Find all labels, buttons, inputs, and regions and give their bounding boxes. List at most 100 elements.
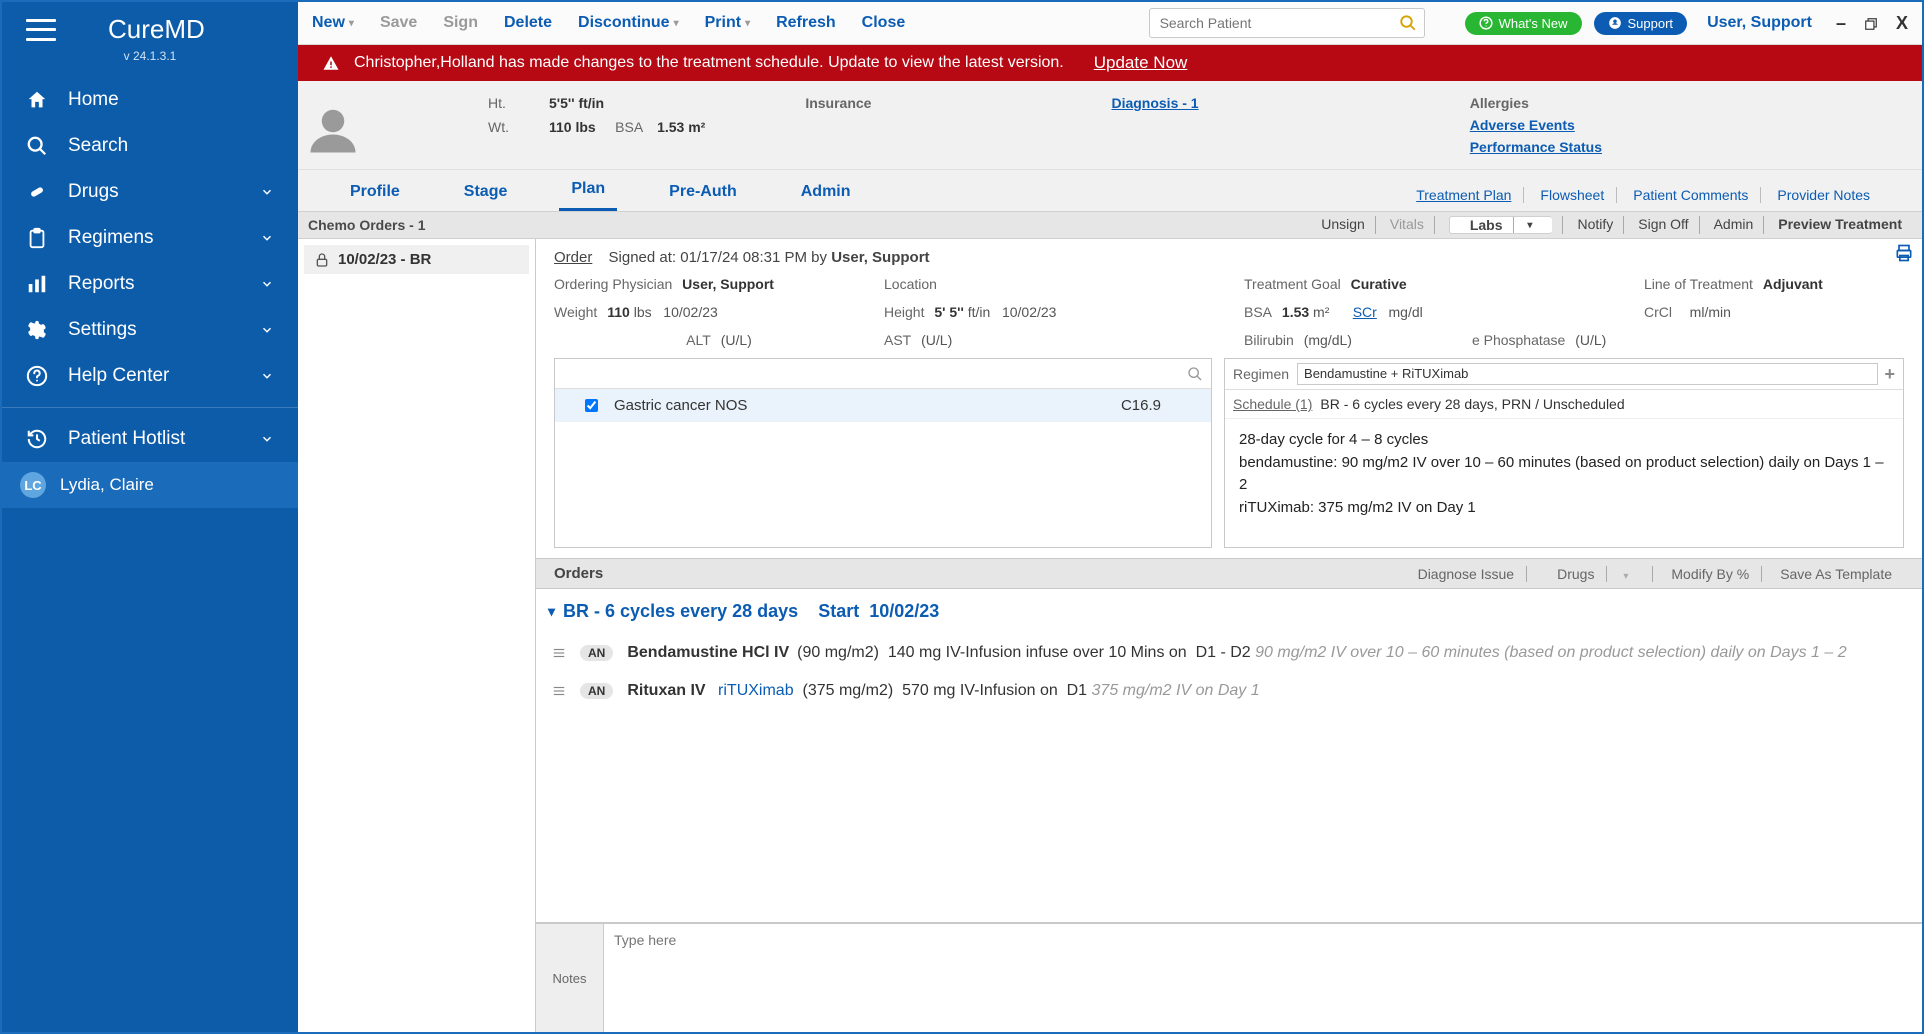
regimen-select[interactable]: Bendamustine + RiTUXimab xyxy=(1297,363,1878,385)
regimen-box: Regimen Bendamustine + RiTUXimab + Sched… xyxy=(1224,358,1904,548)
printer-icon[interactable] xyxy=(1894,243,1914,263)
diagnosis-box: Gastric cancer NOS C16.9 xyxy=(554,358,1212,548)
search-icon[interactable] xyxy=(1399,14,1417,32)
action-modify-by-percent[interactable]: Modify By % xyxy=(1659,566,1762,582)
patient-hotlist-item[interactable]: LC Lydia, Claire xyxy=(2,462,298,508)
schedule-link[interactable]: Schedule (1) xyxy=(1233,396,1312,412)
nav-drugs[interactable]: Drugs xyxy=(2,169,298,215)
nav-label: Settings xyxy=(68,319,137,341)
delete-button[interactable]: Delete xyxy=(504,14,552,32)
diagnosis-checkbox[interactable] xyxy=(585,399,598,412)
action-diagnose-issue[interactable]: Diagnose Issue xyxy=(1406,566,1528,582)
an-pill: AN xyxy=(580,683,613,699)
order-detail-panel: Order Signed at: 01/17/24 08:31 PM by Us… xyxy=(536,239,1922,558)
nav-help[interactable]: Help Center xyxy=(2,353,298,399)
tab-admin[interactable]: Admin xyxy=(789,173,863,211)
chemo-title: Chemo Orders - 1 xyxy=(308,217,425,233)
diagnosis-search[interactable] xyxy=(555,359,1211,389)
drug-link[interactable]: riTUXimab xyxy=(718,682,794,700)
search-icon xyxy=(1187,365,1203,382)
nav-hotlist[interactable]: Patient Hotlist xyxy=(2,416,298,462)
tab-plan[interactable]: Plan xyxy=(559,170,617,211)
nav-reports[interactable]: Reports xyxy=(2,261,298,307)
chevron-down-icon xyxy=(260,428,274,450)
home-icon xyxy=(26,89,48,111)
update-now-link[interactable]: Update Now xyxy=(1094,53,1188,73)
link-treatment-plan[interactable]: Treatment Plan xyxy=(1404,187,1524,203)
help-icon xyxy=(26,365,48,387)
refresh-button[interactable]: Refresh xyxy=(776,14,836,32)
action-signoff[interactable]: Sign Off xyxy=(1628,216,1699,234)
link-provider-notes[interactable]: Provider Notes xyxy=(1765,187,1882,203)
performance-status-link[interactable]: Performance Status xyxy=(1470,139,1602,155)
order-line[interactable]: AN Rituxan IV riTUXimab (375 mg/m2) 570 … xyxy=(536,672,1922,710)
link-flowsheet[interactable]: Flowsheet xyxy=(1528,187,1617,203)
sign-button[interactable]: Sign xyxy=(443,14,478,32)
hamburger-icon[interactable] xyxy=(26,19,56,41)
add-regimen-button[interactable]: + xyxy=(1884,364,1895,385)
order-date-item[interactable]: 10/02/23 - BR xyxy=(304,245,529,274)
close-button[interactable]: Close xyxy=(862,14,906,32)
nav-regimens[interactable]: Regimens xyxy=(2,215,298,261)
diagnosis-item[interactable]: Gastric cancer NOS C16.9 xyxy=(555,389,1211,422)
menu-icon[interactable] xyxy=(552,644,566,662)
nav-label: Home xyxy=(68,89,119,111)
new-button[interactable]: New▾ xyxy=(312,14,354,32)
drug-name: Rituxan IV xyxy=(627,682,705,700)
maximize-button[interactable] xyxy=(1864,13,1878,34)
clipboard-icon xyxy=(26,227,48,249)
notes-input[interactable] xyxy=(604,924,1922,1032)
adverse-events-link[interactable]: Adverse Events xyxy=(1470,117,1602,133)
save-button[interactable]: Save xyxy=(380,14,417,32)
action-labs[interactable]: Labs ▾ xyxy=(1439,216,1564,234)
action-admin[interactable]: Admin xyxy=(1704,216,1765,234)
action-notify[interactable]: Notify xyxy=(1567,216,1624,234)
minimize-button[interactable]: – xyxy=(1836,13,1846,34)
chevron-down-icon xyxy=(260,273,274,295)
diagnosis-link[interactable]: Diagnosis - 1 xyxy=(1111,95,1198,111)
nav-label: Drugs xyxy=(68,181,119,203)
tab-profile[interactable]: Profile xyxy=(338,173,412,211)
menu-icon[interactable] xyxy=(552,682,566,700)
action-save-as-template[interactable]: Save As Template xyxy=(1768,566,1904,582)
order-line[interactable]: AN Bendamustine HCl IV (90 mg/m2) 140 mg… xyxy=(536,634,1922,672)
nav-list: Home Search Drugs Regimens Reports xyxy=(2,77,298,399)
nav-home[interactable]: Home xyxy=(2,77,298,123)
nav-search[interactable]: Search xyxy=(2,123,298,169)
discontinue-button[interactable]: Discontinue▾ xyxy=(578,14,679,32)
whats-new-button[interactable]: What's New xyxy=(1465,12,1582,35)
regimen-description: 28-day cycle for 4 – 8 cycles bendamusti… xyxy=(1225,419,1903,529)
nav-label: Search xyxy=(68,135,128,157)
chart-icon xyxy=(26,273,48,295)
search-patient-input[interactable] xyxy=(1149,8,1425,38)
tab-stage[interactable]: Stage xyxy=(452,173,520,211)
history-icon xyxy=(26,428,48,450)
patient-avatar-icon xyxy=(306,103,360,157)
notes-section: Notes xyxy=(536,922,1922,1032)
print-button[interactable]: Print▾ xyxy=(705,14,750,32)
patient-avatar-initials: LC xyxy=(20,472,46,498)
action-drugs[interactable]: Drugs ▾ xyxy=(1533,566,1653,582)
order-link[interactable]: Order xyxy=(554,249,592,266)
window-close-button[interactable]: X xyxy=(1896,13,1908,34)
app-logo: CureMD xyxy=(108,14,205,45)
nav-label: Patient Hotlist xyxy=(68,428,185,450)
dose-note: 90 mg/m2 IV over 10 – 60 minutes (based … xyxy=(1255,644,1846,662)
link-patient-comments[interactable]: Patient Comments xyxy=(1621,187,1761,203)
drug-icon xyxy=(26,181,48,203)
action-preview-treatment[interactable]: Preview Treatment xyxy=(1768,216,1912,234)
current-user[interactable]: User, Support xyxy=(1707,14,1812,32)
cycle-header[interactable]: ▾ BR - 6 cycles every 28 days Start 10/0… xyxy=(536,589,1922,634)
action-vitals[interactable]: Vitals xyxy=(1380,216,1435,234)
tab-preauth[interactable]: Pre-Auth xyxy=(657,173,749,211)
order-date-list: 10/02/23 - BR xyxy=(298,239,536,1032)
sidebar: CureMD v 24.1.3.1 Home Search Drugs Regi… xyxy=(2,2,298,1032)
notes-label: Notes xyxy=(536,924,604,1032)
alert-text: Christopher,Holland has made changes to … xyxy=(354,54,1064,72)
patient-header: Ht. Wt. 5'5'' ft/in 110 lbs BSA 1.53 m² … xyxy=(298,81,1922,170)
dose-note: 375 mg/m2 IV on Day 1 xyxy=(1092,682,1260,700)
scr-link[interactable]: SCr xyxy=(1353,304,1377,320)
nav-settings[interactable]: Settings xyxy=(2,307,298,353)
action-unsign[interactable]: Unsign xyxy=(1311,216,1376,234)
support-button[interactable]: Support xyxy=(1594,12,1688,35)
